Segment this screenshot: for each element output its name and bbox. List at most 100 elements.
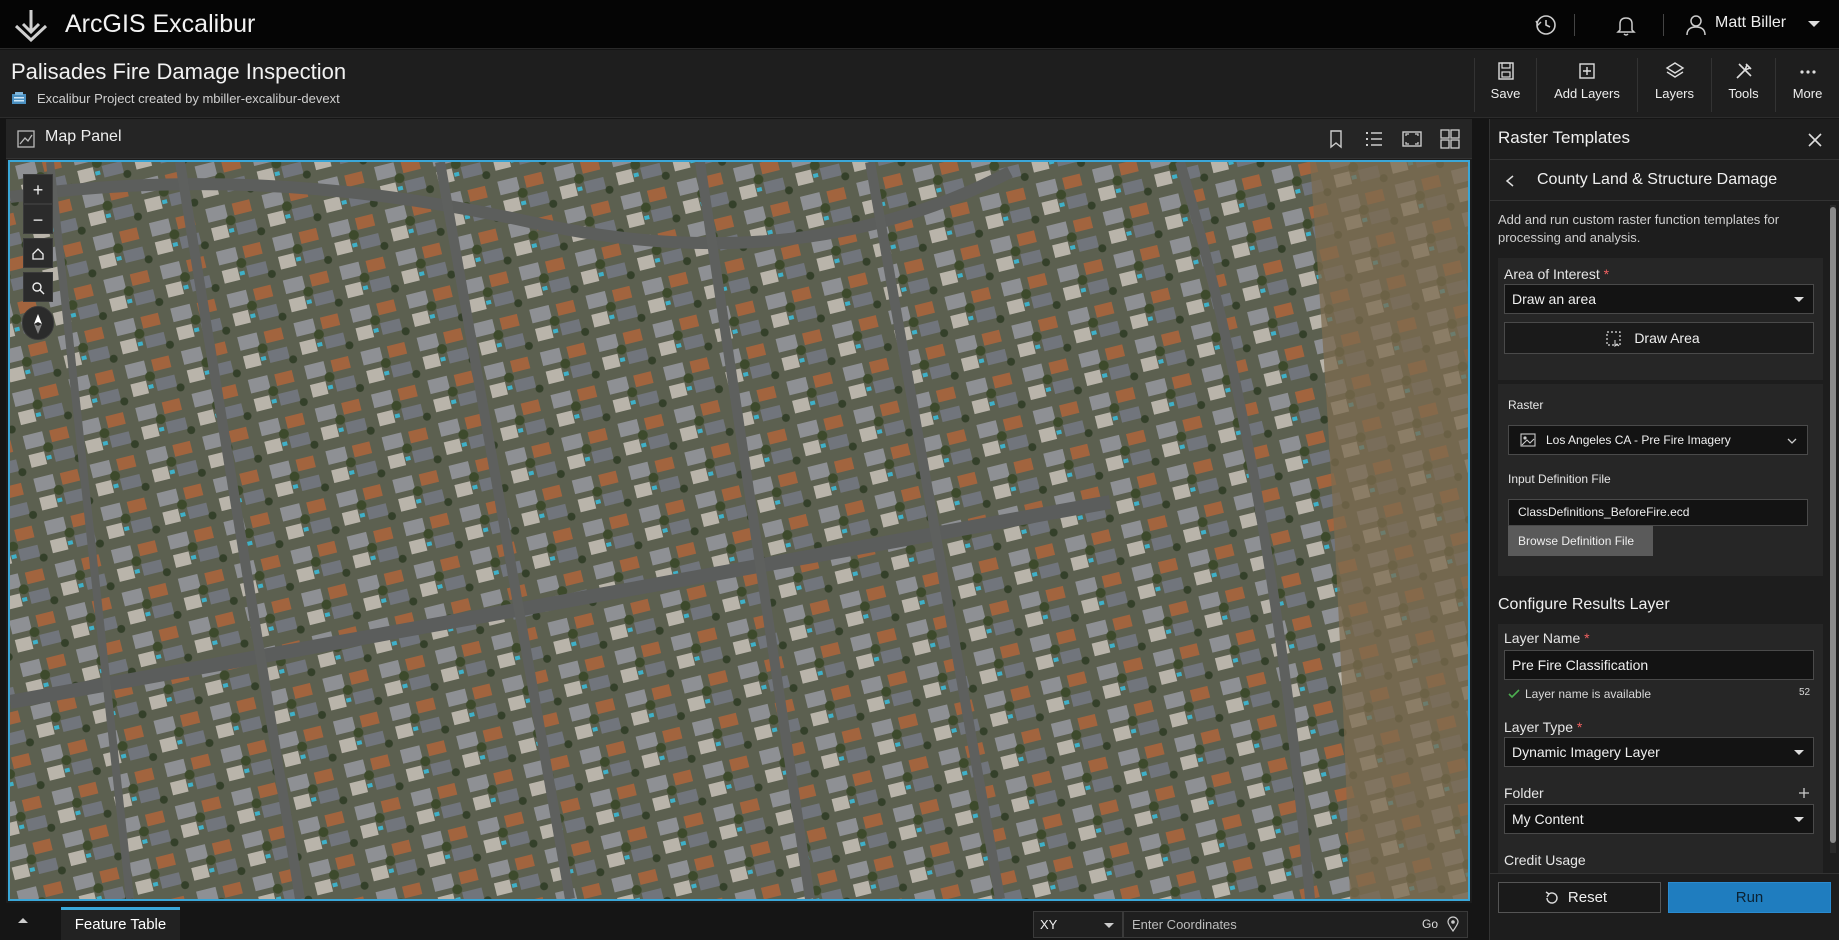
home-icon — [32, 248, 44, 260]
input-definition-label: Input Definition File — [1508, 472, 1611, 486]
reset-button[interactable]: Reset — [1498, 882, 1661, 913]
bookmark-icon[interactable] — [1325, 128, 1347, 150]
tools-button[interactable]: Tools — [1711, 58, 1775, 112]
close-icon[interactable] — [1806, 131, 1824, 149]
history-icon[interactable] — [1533, 12, 1559, 38]
panel-title: Raster Templates — [1498, 128, 1630, 147]
save-button[interactable]: Save — [1474, 58, 1536, 112]
app-title: ArcGIS Excalibur — [65, 10, 256, 38]
caret-up-icon[interactable] — [17, 915, 29, 925]
map-view-aerial-imagery[interactable]: + − — [8, 160, 1470, 901]
raster-card: Raster Los Angeles CA - Pre Fire Imagery… — [1498, 384, 1823, 576]
folder-select[interactable]: My Content — [1504, 804, 1814, 834]
project-icon — [12, 92, 26, 104]
template-title: County Land & Structure Damage — [1537, 171, 1778, 188]
imagery-layer-icon — [1520, 433, 1536, 447]
divider — [1574, 14, 1575, 36]
coordinate-format-value: XY — [1040, 917, 1058, 932]
layers-icon — [1665, 62, 1684, 78]
legend-list-icon[interactable] — [1363, 128, 1385, 150]
layer-type-select[interactable]: Dynamic Imagery Layer — [1504, 737, 1814, 767]
more-button[interactable]: More — [1775, 58, 1839, 112]
browse-definition-button[interactable]: Browse Definition File — [1508, 526, 1653, 556]
reset-icon — [1545, 891, 1558, 904]
map-grid-icon[interactable] — [1439, 128, 1461, 150]
caret-down-icon[interactable] — [1806, 16, 1822, 32]
layer-name-input[interactable]: Pre Fire Classification — [1504, 650, 1814, 680]
user-icon[interactable] — [1683, 12, 1709, 38]
raster-select[interactable]: Los Angeles CA - Pre Fire Imagery — [1508, 425, 1808, 455]
user-name[interactable]: Matt Biller — [1715, 14, 1786, 32]
panel-scrollbar[interactable] — [1830, 205, 1836, 853]
panel-scroll-area[interactable]: Add and run custom raster function templ… — [1490, 202, 1839, 873]
template-header: County Land & Structure Damage — [1490, 159, 1839, 201]
layers-button[interactable]: Layers — [1637, 58, 1711, 112]
aerial-imagery — [10, 162, 1468, 899]
coordinate-format-select[interactable]: XY — [1033, 911, 1123, 938]
area-of-interest-label-text: Area of Interest — [1504, 266, 1600, 282]
tools-icon — [1735, 63, 1752, 79]
coordinate-input[interactable]: Enter Coordinates — [1123, 911, 1468, 938]
add-layers-icon — [1579, 63, 1595, 79]
more-label: More — [1792, 86, 1823, 101]
area-of-interest-value: Draw an area — [1512, 291, 1597, 307]
zoom-out-button[interactable]: − — [23, 204, 53, 234]
caret-down-icon — [1794, 750, 1804, 755]
folder-label: Folder — [1504, 785, 1544, 801]
area-of-interest-select[interactable]: Draw an area — [1504, 284, 1814, 314]
zoom-in-button[interactable]: + — [23, 174, 53, 204]
project-title: Palisades Fire Damage Inspection — [11, 59, 347, 84]
caret-down-icon — [1794, 297, 1804, 302]
draw-rectangle-icon — [1606, 331, 1621, 347]
map-panel-title: Map Panel — [45, 128, 122, 145]
layer-name-label-text: Layer Name — [1504, 630, 1581, 646]
area-of-interest-label: Area of Interest * — [1504, 266, 1609, 282]
raster-templates-panel: Raster Templates County Land & Structure… — [1489, 119, 1839, 940]
raster-label: Raster — [1508, 398, 1544, 412]
map-panel: Map Panel + − — [6, 119, 1472, 903]
required-asterisk: * — [1576, 719, 1583, 735]
coordinate-placeholder: Enter Coordinates — [1132, 917, 1237, 932]
scrollbar-thumb[interactable] — [1830, 207, 1836, 843]
character-count: 52 — [1799, 687, 1811, 698]
project-subtitle: Excalibur Project created by mbiller-exc… — [37, 91, 340, 106]
home-button[interactable] — [23, 238, 53, 268]
draw-area-label: Draw Area — [1634, 330, 1700, 346]
add-layers-button[interactable]: Add Layers — [1536, 58, 1637, 112]
check-icon — [1508, 689, 1520, 699]
divider — [1663, 14, 1664, 36]
chevron-down-icon — [1787, 438, 1797, 444]
raster-value: Los Angeles CA - Pre Fire Imagery — [1546, 433, 1731, 447]
required-asterisk: * — [1603, 266, 1610, 282]
tab-feature-table[interactable]: Feature Table — [61, 907, 180, 940]
more-icon — [1799, 70, 1816, 74]
bottom-bar: Feature Table XY Enter Coordinates Go — [0, 903, 1472, 940]
reset-label: Reset — [1567, 889, 1608, 906]
search-icon — [32, 282, 45, 295]
search-button[interactable] — [23, 272, 53, 302]
folder-value: My Content — [1512, 811, 1584, 827]
back-chevron-icon[interactable] — [1504, 174, 1516, 188]
configure-results-heading: Configure Results Layer — [1498, 596, 1670, 613]
project-header: Palisades Fire Damage Inspection Excalib… — [0, 50, 1839, 118]
input-definition-value: ClassDefinitions_BeforeFire.ecd — [1518, 505, 1690, 519]
caret-down-icon — [1794, 817, 1804, 822]
panel-footer: Reset Run — [1490, 873, 1839, 940]
input-definition-field[interactable]: ClassDefinitions_BeforeFire.ecd — [1508, 499, 1808, 526]
compass-button[interactable] — [22, 306, 54, 340]
panel-description: Add and run custom raster function templ… — [1498, 212, 1780, 245]
bell-icon[interactable] — [1613, 12, 1639, 38]
add-layers-label: Add Layers — [1554, 86, 1620, 101]
go-label: Go — [1422, 917, 1439, 931]
go-button[interactable]: Go — [1422, 916, 1459, 932]
required-asterisk: * — [1584, 630, 1590, 646]
run-button[interactable]: Run — [1668, 882, 1831, 913]
layer-name-value: Pre Fire Classification — [1512, 657, 1649, 673]
fullscreen-icon[interactable] — [1401, 128, 1423, 150]
add-folder-icon[interactable] — [1798, 787, 1810, 799]
draw-area-button[interactable]: Draw Area — [1504, 322, 1814, 354]
location-pin-icon — [1447, 916, 1459, 932]
layer-type-label: Layer Type * — [1504, 719, 1582, 735]
area-of-interest-card: Area of Interest * Draw an area Draw Are… — [1498, 258, 1823, 380]
configure-results-card: Layer Name * Pre Fire Classification Lay… — [1498, 624, 1823, 873]
